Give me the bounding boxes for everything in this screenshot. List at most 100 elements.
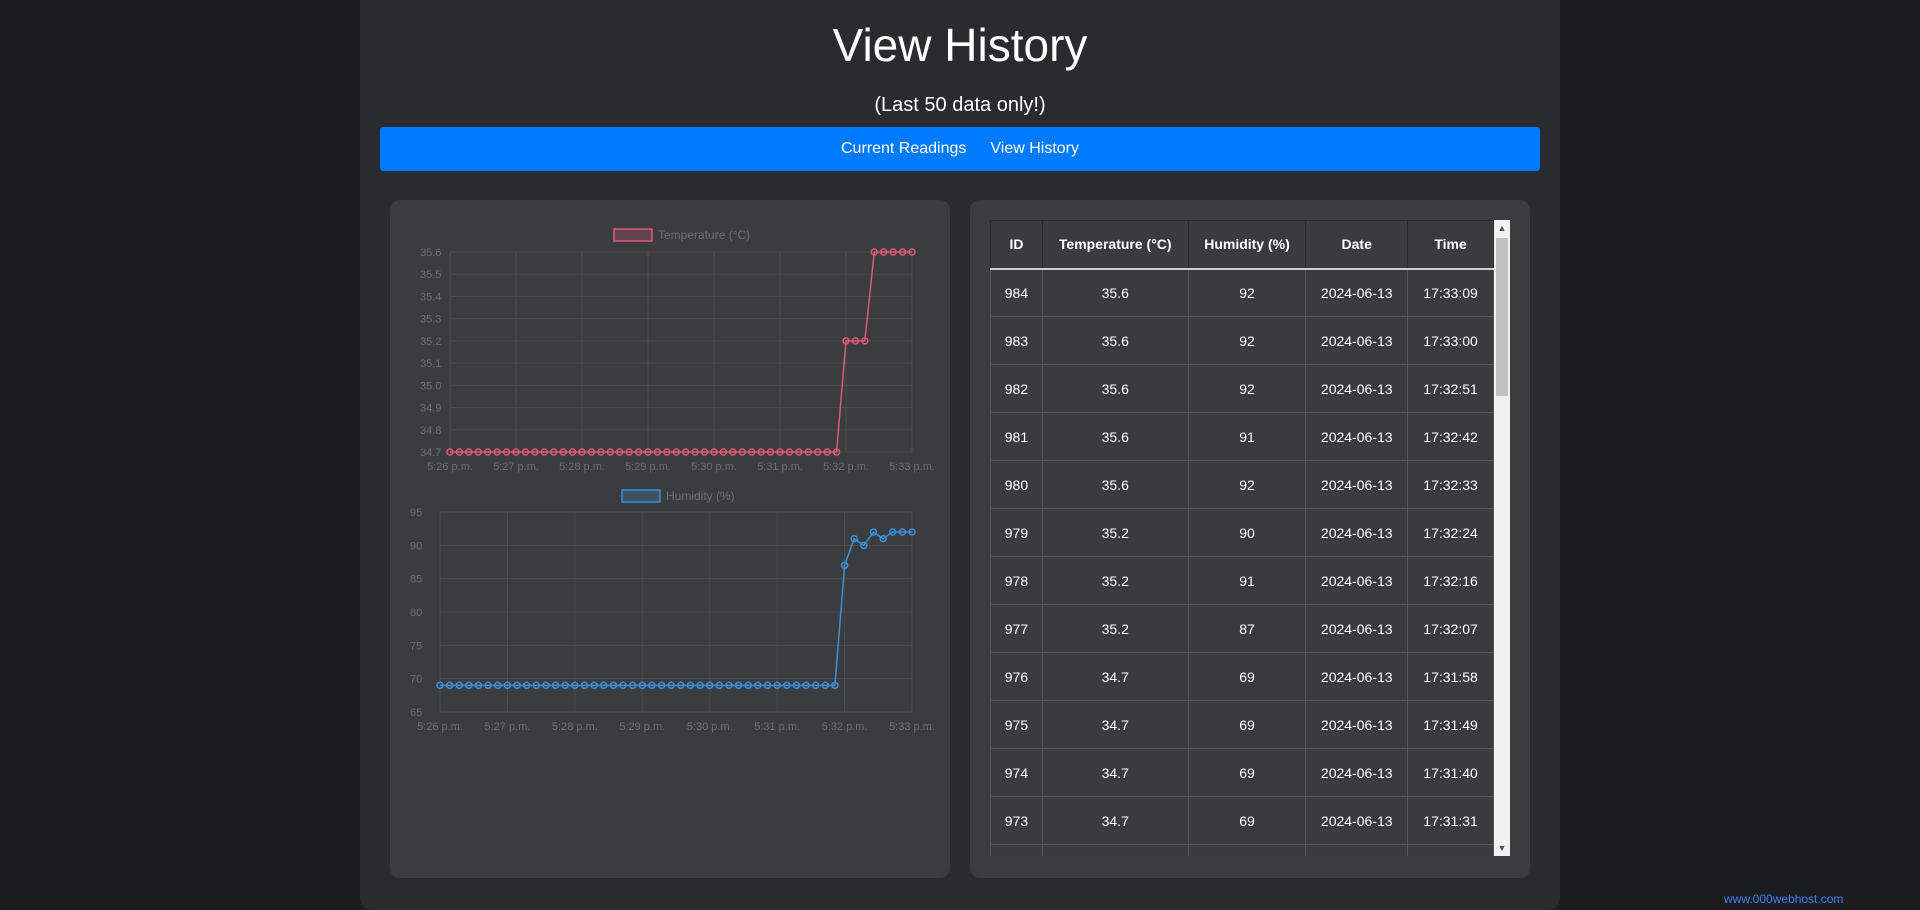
table-cell: 979 [990,508,1043,557]
humidity-chart: Humidity (%) 95 90 85 80 75 70 65 5:26 p.m. 5:27 … [410,489,935,733]
x-tick-label: 5:26 p.m. [417,721,463,733]
column-header-humidity[interactable]: Humidity (%) [1187,220,1307,270]
y-tick-label: 35.1 [420,358,441,370]
column-header-time[interactable]: Time [1407,220,1494,270]
table-cell: 17:31:58 [1407,652,1494,701]
x-tick-label: 5:28 p.m. [559,461,605,473]
x-tick-label: 5:30 p.m. [687,721,733,733]
table-row: 977 35.2 87 2024-06-13 17:32:07 [990,604,1494,653]
x-tick-label: 5:31 p.m. [754,721,800,733]
table-body: 984 35.6 92 2024-06-13 17:33:09 983 35.6 92 2024… [990,268,1494,856]
table-row: 984 35.6 92 2024-06-13 17:33:09 [990,268,1494,317]
y-tick-label: 70 [410,674,422,686]
table-cell: 69 [1187,748,1307,797]
series-line [440,530,912,687]
table-cell: 17:32:51 [1407,364,1494,413]
table-cell [990,844,1043,856]
table-cell: 92 [1187,460,1307,509]
x-tick-label: 5:32 p.m. [822,721,868,733]
table-cell: 17:31:40 [1407,748,1494,797]
y-tick-label: 35.0 [420,380,441,392]
table-cell: 982 [990,364,1043,413]
y-tick-label: 34.9 [420,403,441,415]
table-cell: 92 [1187,268,1307,317]
table-cell: 69 [1187,796,1307,845]
table-cell: 2024-06-13 [1305,508,1409,557]
history-table-scroll[interactable]: ID Temperature (°C) Humidity (%) Date Ti… [990,220,1510,856]
table-row: 979 35.2 90 2024-06-13 17:32:24 [990,508,1494,557]
legend-label: Humidity (%) [666,489,735,503]
table-cell: 974 [990,748,1043,797]
table-cell: 978 [990,556,1043,605]
table-cell: 17:32:42 [1407,412,1494,461]
nav-link-current-readings[interactable]: Current Readings [841,140,966,158]
table-cell: 2024-06-13 [1305,460,1409,509]
scroll-up-arrow-icon[interactable]: ▲ [1494,220,1510,236]
table-cell: 973 [990,796,1043,845]
table-cell: 2024-06-13 [1305,556,1409,605]
x-tick-label: 5:33 p.m. [889,461,935,473]
table-row: 983 35.6 92 2024-06-13 17:33:00 [990,316,1494,365]
table-cell: 69 [1187,652,1307,701]
temperature-chart: Temperature (°C) 35.6 35.5 35.4 35.3 35.2 35.1… [420,228,935,473]
column-header-id[interactable]: ID [990,220,1043,270]
y-tick-label: 35.2 [420,336,441,348]
table-cell: 981 [990,412,1043,461]
nav-link-view-history[interactable]: View History [990,140,1079,158]
table-cell: 2024-06-13 [1305,748,1409,797]
page-title: View History [832,19,1088,71]
history-table: ID Temperature (°C) Humidity (%) Date Ti… [990,220,1494,856]
table-scrollbar[interactable]: ▲ ▼ [1494,220,1510,856]
table-cell: 2024-06-13 [1305,268,1409,317]
table-cell: 17:32:07 [1407,604,1494,653]
column-header-temperature[interactable]: Temperature (°C) [1041,220,1189,270]
table-header-row: ID Temperature (°C) Humidity (%) Date Ti… [990,220,1494,270]
y-tick-label: 80 [410,607,422,619]
table-cell: 980 [990,460,1043,509]
table-cell: 2024-06-13 [1305,364,1409,413]
y-tick-label: 34.8 [420,425,441,437]
table-cell: 976 [990,652,1043,701]
legend-swatch [613,228,653,242]
legend-swatch [621,489,661,503]
table-cell: 35.2 [1041,508,1189,557]
table-cell [1187,844,1307,856]
y-tick-label: 75 [410,640,422,652]
page-subtitle: (Last 50 data only!) [874,94,1046,116]
table-cell: 69 [1187,700,1307,749]
y-tick-label: 65 [410,707,422,719]
scroll-down-arrow-icon[interactable]: ▼ [1494,840,1510,856]
table-cell: 2024-06-13 [1305,700,1409,749]
table-cell [1041,844,1189,856]
table-cell: 90 [1187,508,1307,557]
table-row: 981 35.6 91 2024-06-13 17:32:42 [990,412,1494,461]
column-header-date[interactable]: Date [1305,220,1409,270]
table-cell: 17:33:00 [1407,316,1494,365]
x-tick-label: 5:29 p.m. [625,461,671,473]
table-cell: 35.6 [1041,316,1189,365]
table-cell: 17:32:33 [1407,460,1494,509]
x-tick-label: 5:28 p.m. [552,721,598,733]
table-cell: 92 [1187,364,1307,413]
navbar: Current Readings View History [380,127,1540,171]
table-cell: 17:31:31 [1407,796,1494,845]
table-cell: 35.6 [1041,268,1189,317]
table-cell: 17:32:24 [1407,508,1494,557]
table-cell: 92 [1187,316,1307,365]
table-row: 975 34.7 69 2024-06-13 17:31:49 [990,700,1494,749]
table-cell: 91 [1187,556,1307,605]
host-badge-image[interactable]: www.000webhost.com [1724,892,1843,906]
y-tick-label: 34.7 [420,447,441,459]
table-cell: 35.6 [1041,460,1189,509]
table-cell: 34.7 [1041,700,1189,749]
series-line [450,251,912,453]
table-cell [1407,844,1494,856]
table-cell: 17:33:09 [1407,268,1494,317]
y-tick-label: 35.6 [420,247,441,259]
table-row: 980 35.6 92 2024-06-13 17:32:33 [990,460,1494,509]
table-cell: 34.7 [1041,748,1189,797]
scroll-thumb[interactable] [1496,238,1508,396]
y-tick-label: 85 [410,574,422,586]
table-cell: 35.6 [1041,412,1189,461]
table-cell: 35.2 [1041,556,1189,605]
